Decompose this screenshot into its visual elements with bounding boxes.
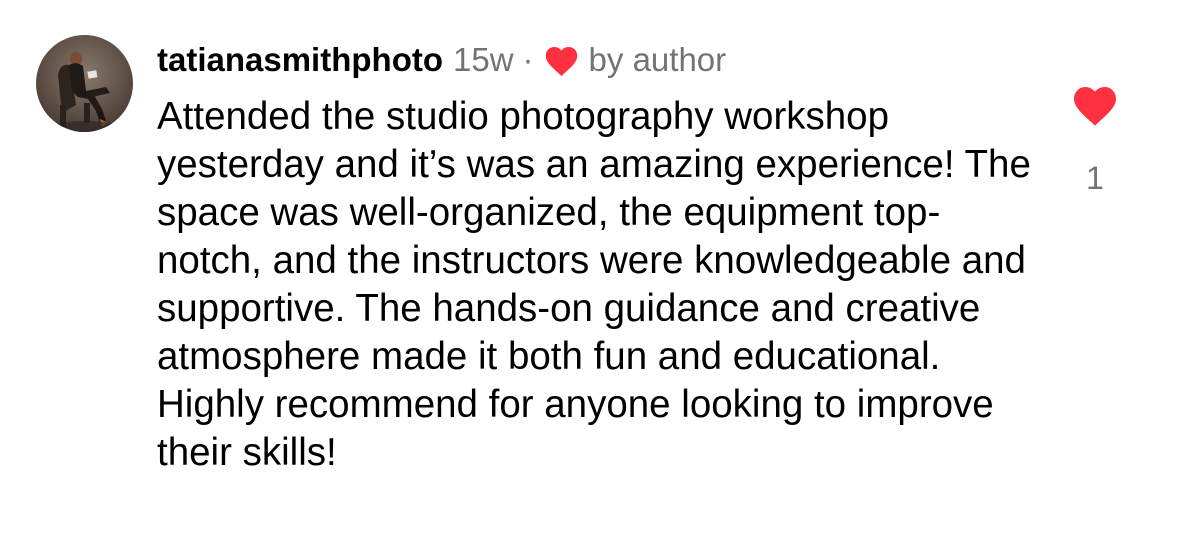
like-column: 1 — [1066, 80, 1128, 200]
like-count[interactable]: 1 — [1066, 158, 1124, 198]
separator-dot: · — [522, 41, 534, 78]
avatar[interactable] — [36, 35, 133, 132]
avatar-photo — [36, 35, 133, 132]
author-like-label: by author — [588, 41, 727, 78]
like-button[interactable] — [1071, 83, 1119, 127]
timestamp: 15w — [453, 41, 514, 78]
comment-text: Attended the studio photography workshop… — [157, 95, 1031, 474]
heart-icon — [543, 44, 580, 77]
username[interactable]: tatianasmithphoto — [157, 38, 443, 82]
comment: tatianasmithphoto 15w · by author Attend… — [0, 0, 1179, 533]
heart-filled-icon — [1074, 87, 1116, 126]
comment-header: tatianasmithphoto 15w · by author — [157, 38, 726, 82]
